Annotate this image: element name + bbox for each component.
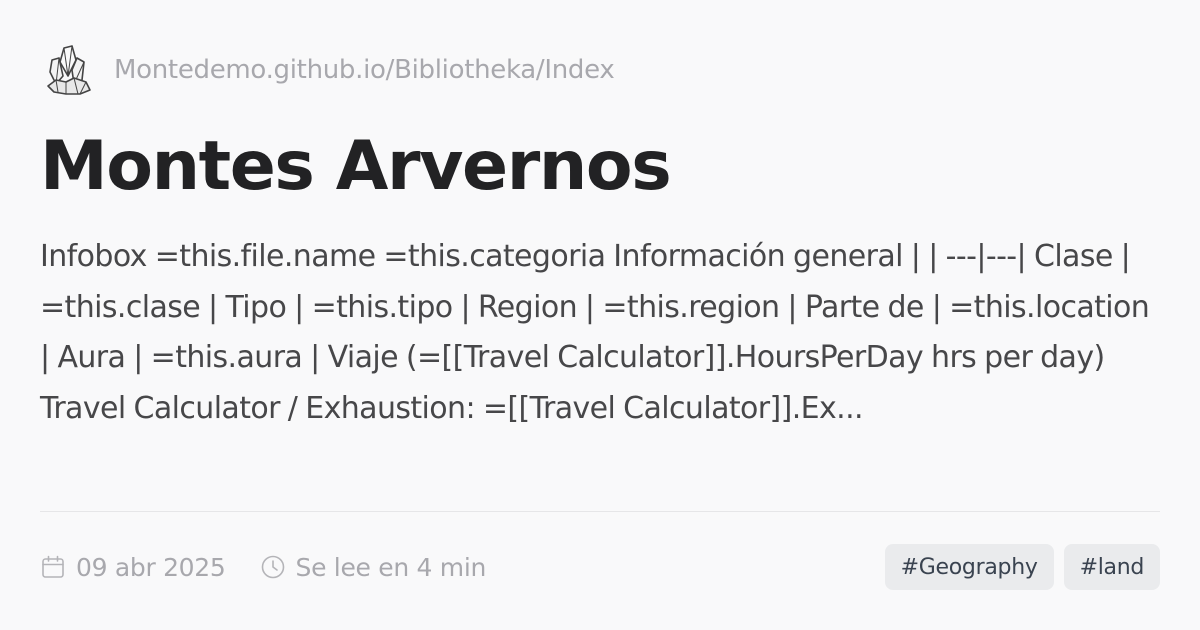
calendar-icon <box>40 554 66 580</box>
tag-land[interactable]: #land <box>1063 544 1160 590</box>
reading-time-text: Se lee en 4 min <box>295 552 487 582</box>
clock-icon <box>260 554 286 580</box>
og-card: Montedemo.github.io/Bibliotheka/Index Mo… <box>0 0 1200 630</box>
publish-date: 09 abr 2025 <box>40 553 226 582</box>
crystal-cluster-icon <box>40 42 96 98</box>
site-url[interactable]: Montedemo.github.io/Bibliotheka/Index <box>114 55 615 85</box>
publish-date-text: 09 abr 2025 <box>76 552 226 582</box>
tag-list: #Geography #land <box>884 544 1160 590</box>
article-meta: 09 abr 2025 Se lee en 4 min <box>40 544 486 590</box>
reading-time: Se lee en 4 min <box>260 552 487 582</box>
article-excerpt: Infobox =this.file.name =this.categoria … <box>40 239 1150 426</box>
divider <box>40 511 1160 512</box>
page-title: Montes Arvernos <box>40 127 672 206</box>
tag-geography[interactable]: #Geography <box>884 544 1054 590</box>
site-header[interactable]: Montedemo.github.io/Bibliotheka/Index <box>40 42 615 98</box>
